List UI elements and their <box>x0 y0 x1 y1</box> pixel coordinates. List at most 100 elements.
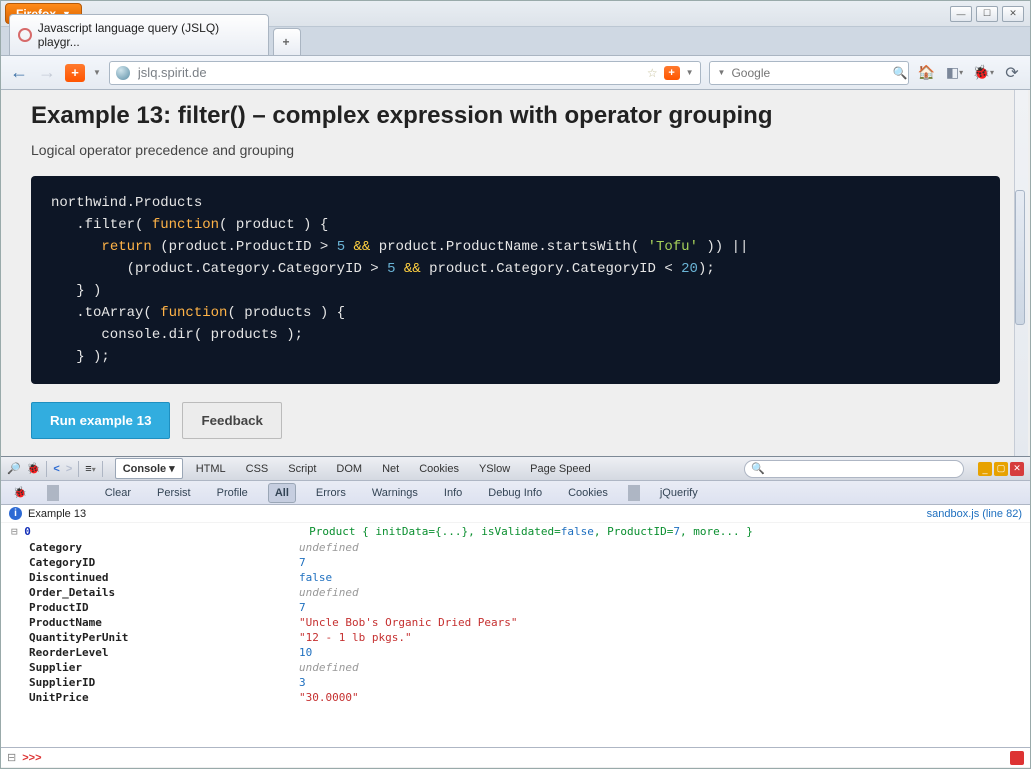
panel-right-icon[interactable]: > <box>66 463 72 475</box>
chevron-down-icon[interactable]: ▼ <box>686 68 694 77</box>
property-key: ProductName <box>29 616 299 629</box>
stop-icon[interactable] <box>1010 751 1024 765</box>
property-row: Categoryundefined <box>1 540 1030 555</box>
reload-button[interactable]: ⟳ <box>1002 63 1022 83</box>
console-filter-persist[interactable]: Persist <box>151 484 197 502</box>
console-filter-info[interactable]: Info <box>438 484 468 502</box>
devtools-tab-dom[interactable]: DOM <box>329 460 369 478</box>
console-filter-jquerify[interactable]: jQuerify <box>654 484 704 502</box>
page-title: Example 13: filter() – complex expressio… <box>31 102 1000 130</box>
devtools-popout-button[interactable]: ▢ <box>994 462 1008 476</box>
back-button[interactable]: ← <box>9 63 29 83</box>
tab-title: Javascript language query (JSLQ) playgr.… <box>38 21 258 49</box>
devtools-minimize-button[interactable]: _ <box>978 462 992 476</box>
console-command-line[interactable]: ⊟ >>> <box>1 747 1030 767</box>
star-icon[interactable]: ☆ <box>647 66 658 80</box>
info-icon: i <box>9 507 22 520</box>
console-filter-errors[interactable]: Errors <box>310 484 352 502</box>
search-input[interactable] <box>729 65 888 81</box>
firebug-button[interactable]: 🐞▾ <box>973 63 994 83</box>
property-key: UnitPrice <box>29 691 299 704</box>
feedback-button[interactable]: Feedback <box>182 402 282 439</box>
chevron-down-icon: ▼ <box>718 68 726 77</box>
address-bar[interactable]: ☆ + ▼ <box>109 61 701 85</box>
property-value: 3 <box>299 676 306 689</box>
console-filter-clear[interactable]: Clear <box>99 484 137 502</box>
property-row: Supplierundefined <box>1 660 1030 675</box>
home-button[interactable]: 🏠 <box>917 63 937 83</box>
addthis-button[interactable]: + <box>65 64 85 82</box>
page-subtitle: Logical operator precedence and grouping <box>31 142 1000 158</box>
devtools-tab-script[interactable]: Script <box>281 460 323 478</box>
property-value: 7 <box>299 601 306 614</box>
property-row: Order_Detailsundefined <box>1 585 1030 600</box>
property-row: UnitPrice"30.0000" <box>1 690 1030 705</box>
devtools-tab-cookies[interactable]: Cookies <box>412 460 466 478</box>
content-scrollbar[interactable] <box>1014 90 1028 456</box>
bookmarks-button[interactable]: ◧▾ <box>945 63 965 83</box>
panel-left-icon[interactable]: < <box>53 463 59 475</box>
window-controls: — ☐ ✕ <box>950 6 1024 22</box>
new-tab-button[interactable]: + <box>273 28 301 55</box>
property-value: undefined <box>299 541 359 554</box>
maximize-button[interactable]: ☐ <box>976 6 998 22</box>
console-filter-all[interactable]: All <box>268 483 296 503</box>
collapse-icon[interactable]: ⊟ <box>7 751 16 764</box>
property-row: Discontinuedfalse <box>1 570 1030 585</box>
object-summary: Product { initData={...}, isValidated=fa… <box>309 525 753 538</box>
console-log[interactable]: i Example 13 sandbox.js (line 82) ⊟ 0 Pr… <box>1 505 1030 747</box>
devtools-tab-net[interactable]: Net <box>375 460 406 478</box>
addthis-small-button[interactable]: + <box>664 66 680 80</box>
devtools-panel: 🔎 🐞 < > ≡▾ Console ▾ HTML CSS Script DOM Net C… <box>1 457 1030 767</box>
console-filter-cookies[interactable]: Cookies <box>562 484 614 502</box>
console-filter-profile[interactable]: Profile <box>211 484 254 502</box>
prompt-icon: >>> <box>22 752 41 764</box>
scrollbar-thumb[interactable] <box>1015 190 1025 325</box>
object-header[interactable]: ⊟ 0 Product { initData={...}, isValidate… <box>1 523 1030 540</box>
run-example-button[interactable]: Run example 13 <box>31 402 170 439</box>
inspect-icon[interactable]: 🔎 <box>7 462 21 475</box>
devtools-toolbar: 🔎 🐞 < > ≡▾ Console ▾ HTML CSS Script DOM Net C… <box>1 457 1030 481</box>
globe-icon <box>116 66 130 80</box>
lines-icon[interactable]: ≡▾ <box>85 463 95 475</box>
firebug-icon[interactable]: 🐞 <box>27 462 41 475</box>
page-viewport: Example 13: filter() – complex expressio… <box>1 90 1030 457</box>
console-message: Example 13 <box>28 508 86 520</box>
property-value: 7 <box>299 556 306 569</box>
forward-button[interactable]: → <box>37 63 57 83</box>
property-value: 10 <box>299 646 312 659</box>
search-icon: 🔍 <box>751 462 765 475</box>
search-icon[interactable]: 🔍 <box>892 66 907 80</box>
property-row: CategoryID7 <box>1 555 1030 570</box>
firebug-icon[interactable]: 🐞 <box>7 483 33 502</box>
nav-toolbar: ← → + ▼ ☆ + ▼ g ▼ 🔍 🏠 ◧▾ 🐞▾ ⟳ <box>1 56 1030 90</box>
property-key: QuantityPerUnit <box>29 631 299 644</box>
devtools-tab-html[interactable]: HTML <box>189 460 233 478</box>
property-key: CategoryID <box>29 556 299 569</box>
devtools-tab-yslow[interactable]: YSlow <box>472 460 517 478</box>
source-link[interactable]: sandbox.js (line 82) <box>927 508 1022 520</box>
property-row: QuantityPerUnit"12 - 1 lb pkgs." <box>1 630 1030 645</box>
property-value: "30.0000" <box>299 691 359 704</box>
property-value: "Uncle Bob's Organic Dried Pears" <box>299 616 518 629</box>
browser-tab-active[interactable]: Javascript language query (JSLQ) playgr.… <box>9 14 269 55</box>
property-value: undefined <box>299 661 359 674</box>
devtools-close-button[interactable]: ✕ <box>1010 462 1024 476</box>
devtools-tab-css[interactable]: CSS <box>239 460 276 478</box>
console-filter-warnings[interactable]: Warnings <box>366 484 424 502</box>
property-key: Category <box>29 541 299 554</box>
expand-icon[interactable]: ⊟ <box>11 525 18 538</box>
close-button[interactable]: ✕ <box>1002 6 1024 22</box>
search-bar[interactable]: g ▼ 🔍 <box>709 61 909 85</box>
url-input[interactable] <box>136 64 641 81</box>
object-index: 0 <box>24 525 31 538</box>
minimize-button[interactable]: — <box>950 6 972 22</box>
console-info-row: i Example 13 sandbox.js (line 82) <box>1 505 1030 523</box>
devtools-tab-page-speed[interactable]: Page Speed <box>523 460 598 478</box>
devtools-tab-console[interactable]: Console ▾ <box>115 458 183 479</box>
console-filter-debug-info[interactable]: Debug Info <box>482 484 548 502</box>
chevron-down-icon[interactable]: ▼ <box>93 68 101 77</box>
property-value: false <box>299 571 332 584</box>
code-block: northwind.Products .filter( function( pr… <box>31 176 1000 384</box>
devtools-search[interactable]: 🔍 <box>744 460 964 478</box>
